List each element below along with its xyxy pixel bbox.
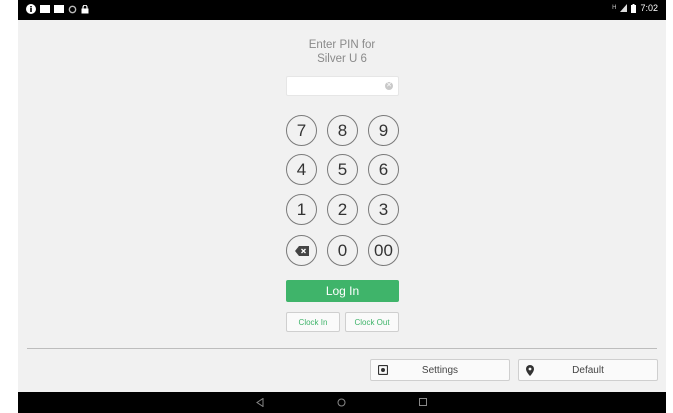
pin-input[interactable]: ✕ <box>286 76 399 96</box>
footer-divider <box>27 348 657 349</box>
key-label: 8 <box>337 120 348 140</box>
key-label: 5 <box>337 159 348 179</box>
clock-out-label: Clock Out <box>354 317 390 327</box>
settings-label: Settings <box>421 365 459 376</box>
login-button-label: Log In <box>325 284 360 298</box>
key-label: 1 <box>296 199 307 219</box>
key-9[interactable]: 9 <box>368 115 399 146</box>
key-label: 7 <box>296 120 307 140</box>
recents-icon[interactable] <box>419 398 427 406</box>
key-4[interactable]: 4 <box>286 154 317 185</box>
back-icon[interactable] <box>256 398 264 407</box>
status-bar: H 7:02 <box>18 0 666 20</box>
clear-icon[interactable]: ✕ <box>385 82 393 90</box>
info-icon <box>26 4 36 14</box>
status-bar-notifications <box>26 4 89 14</box>
signal-icon <box>620 4 628 12</box>
sync-icon <box>68 5 77 13</box>
key-3[interactable]: 3 <box>368 194 399 225</box>
battery-icon <box>631 3 637 13</box>
key-0[interactable]: 0 <box>327 235 358 266</box>
key-2[interactable]: 2 <box>327 194 358 225</box>
status-bar-system: H 7:02 <box>612 3 658 13</box>
pin-prompt: Enter PIN for <box>308 39 376 51</box>
key-1[interactable]: 1 <box>286 194 317 225</box>
backspace-button[interactable] <box>286 235 317 266</box>
key-label: 00 <box>374 240 393 260</box>
home-icon[interactable] <box>337 398 346 407</box>
key-7[interactable]: 7 <box>286 115 317 146</box>
key-label: 0 <box>337 240 348 260</box>
clock-out-button[interactable]: Clock Out <box>345 312 399 332</box>
notification-icon <box>54 5 64 13</box>
key-5[interactable]: 5 <box>327 154 358 185</box>
key-label: 6 <box>378 159 389 179</box>
key-label: 9 <box>378 120 389 140</box>
key-00[interactable]: 00 <box>368 235 399 266</box>
clock-time: 7:02 <box>640 3 658 13</box>
network-type-label: H <box>612 5 617 11</box>
login-button[interactable]: Log In <box>286 280 399 302</box>
lock-icon <box>81 4 89 13</box>
key-label: 2 <box>337 199 348 219</box>
employee-name: Silver U 6 <box>317 53 367 65</box>
navigation-bar <box>18 392 666 413</box>
clock-in-label: Clock In <box>298 317 328 327</box>
location-label: Default <box>572 365 604 376</box>
backspace-icon <box>294 245 309 256</box>
key-8[interactable]: 8 <box>327 115 358 146</box>
key-label: 4 <box>296 159 307 179</box>
location-button[interactable]: Default <box>518 359 658 381</box>
clock-in-button[interactable]: Clock In <box>286 312 340 332</box>
settings-button[interactable]: Settings <box>370 359 510 381</box>
key-label: 3 <box>378 199 389 219</box>
pin-login-screen: H 7:02 Enter PIN for Silver U 6 ✕ 7 8 9 … <box>18 0 666 413</box>
notification-icon <box>40 5 50 13</box>
key-6[interactable]: 6 <box>368 154 399 185</box>
